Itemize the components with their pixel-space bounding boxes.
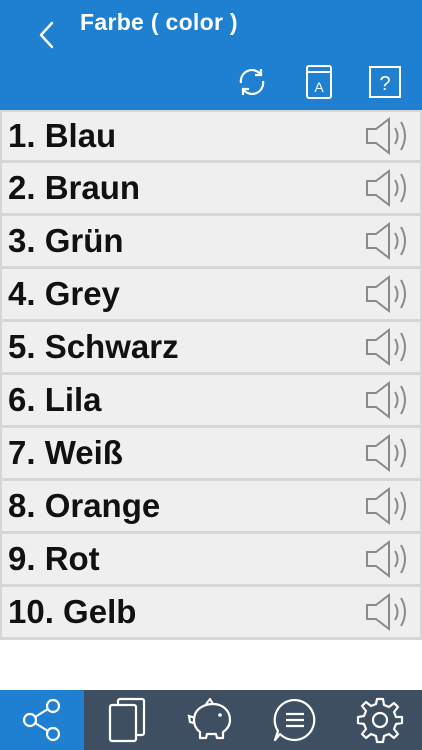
list-item-label: 9. Rot — [8, 540, 100, 577]
speaker-button[interactable] — [364, 221, 412, 261]
speaker-button[interactable] — [364, 592, 412, 632]
speaker-icon — [366, 380, 406, 420]
speaker-button[interactable] — [364, 486, 412, 526]
list-item[interactable]: 3. Grün — [0, 216, 422, 269]
list-item-label: 4. Grey — [8, 275, 120, 312]
chat-icon — [274, 698, 316, 742]
speaker-icon — [366, 221, 406, 261]
cards-icon — [108, 697, 145, 743]
back-button[interactable] — [30, 18, 64, 52]
speaker-button[interactable] — [364, 380, 412, 420]
list-item[interactable]: 5. Schwarz — [0, 322, 422, 375]
speaker-button[interactable] — [364, 168, 412, 208]
dictionary-button[interactable]: A — [301, 64, 337, 100]
list-item[interactable]: 1. Blau — [0, 110, 422, 163]
bottom-tab-bar — [0, 690, 422, 750]
list-item-label: 3. Grün — [8, 222, 124, 259]
help-button[interactable]: ? — [367, 64, 403, 100]
refresh-icon — [239, 68, 265, 96]
list-item[interactable]: 4. Grey — [0, 269, 422, 322]
list-item[interactable]: 10. Gelb — [0, 587, 422, 640]
tab-cards[interactable] — [84, 690, 168, 750]
refresh-button[interactable] — [234, 64, 270, 100]
app-header: Farbe ( color ) A ? — [0, 0, 422, 110]
list-item-label: 10. Gelb — [8, 593, 137, 630]
help-icon: ? — [369, 66, 401, 98]
tab-piggy-bank[interactable] — [169, 690, 253, 750]
list-item-label: 2. Braun — [8, 169, 141, 206]
piggy-bank-icon — [187, 698, 232, 740]
list-item[interactable]: 7. Weiß — [0, 428, 422, 481]
list-item-label: 8. Orange — [8, 487, 161, 524]
settings-icon — [356, 697, 403, 744]
page-title: Farbe ( color ) — [80, 9, 238, 35]
speaker-icon — [366, 168, 406, 208]
list-item[interactable]: 6. Lila — [0, 375, 422, 428]
speaker-icon — [366, 539, 406, 579]
speaker-button[interactable] — [364, 433, 412, 473]
tab-settings[interactable] — [338, 690, 422, 750]
dictionary-icon: A — [306, 65, 332, 99]
color-word-list: 1. Blau 2. Braun 3. Grün 4. Grey 5. Schw… — [0, 110, 422, 640]
tab-chat[interactable] — [253, 690, 337, 750]
speaker-button[interactable] — [364, 327, 412, 367]
speaker-icon — [366, 592, 406, 632]
chevron-left-icon — [39, 21, 54, 49]
list-item[interactable]: 8. Orange — [0, 481, 422, 534]
speaker-icon — [366, 116, 406, 156]
list-item-label: 6. Lila — [8, 381, 102, 418]
dictionary-icon-letter: A — [314, 79, 324, 95]
speaker-button[interactable] — [364, 274, 412, 314]
speaker-button[interactable] — [364, 116, 412, 156]
speaker-icon — [366, 486, 406, 526]
list-item-label: 5. Schwarz — [8, 328, 179, 365]
tab-share[interactable] — [0, 690, 85, 750]
help-icon-symbol: ? — [379, 73, 390, 95]
speaker-icon — [366, 433, 406, 473]
list-item-label: 1. Blau — [8, 117, 117, 154]
list-item[interactable]: 2. Braun — [0, 163, 422, 216]
speaker-button[interactable] — [364, 539, 412, 579]
speaker-icon — [366, 327, 406, 367]
share-icon — [23, 698, 61, 742]
list-item-label: 7. Weiß — [8, 434, 123, 471]
list-item[interactable]: 9. Rot — [0, 534, 422, 587]
speaker-icon — [366, 274, 406, 314]
